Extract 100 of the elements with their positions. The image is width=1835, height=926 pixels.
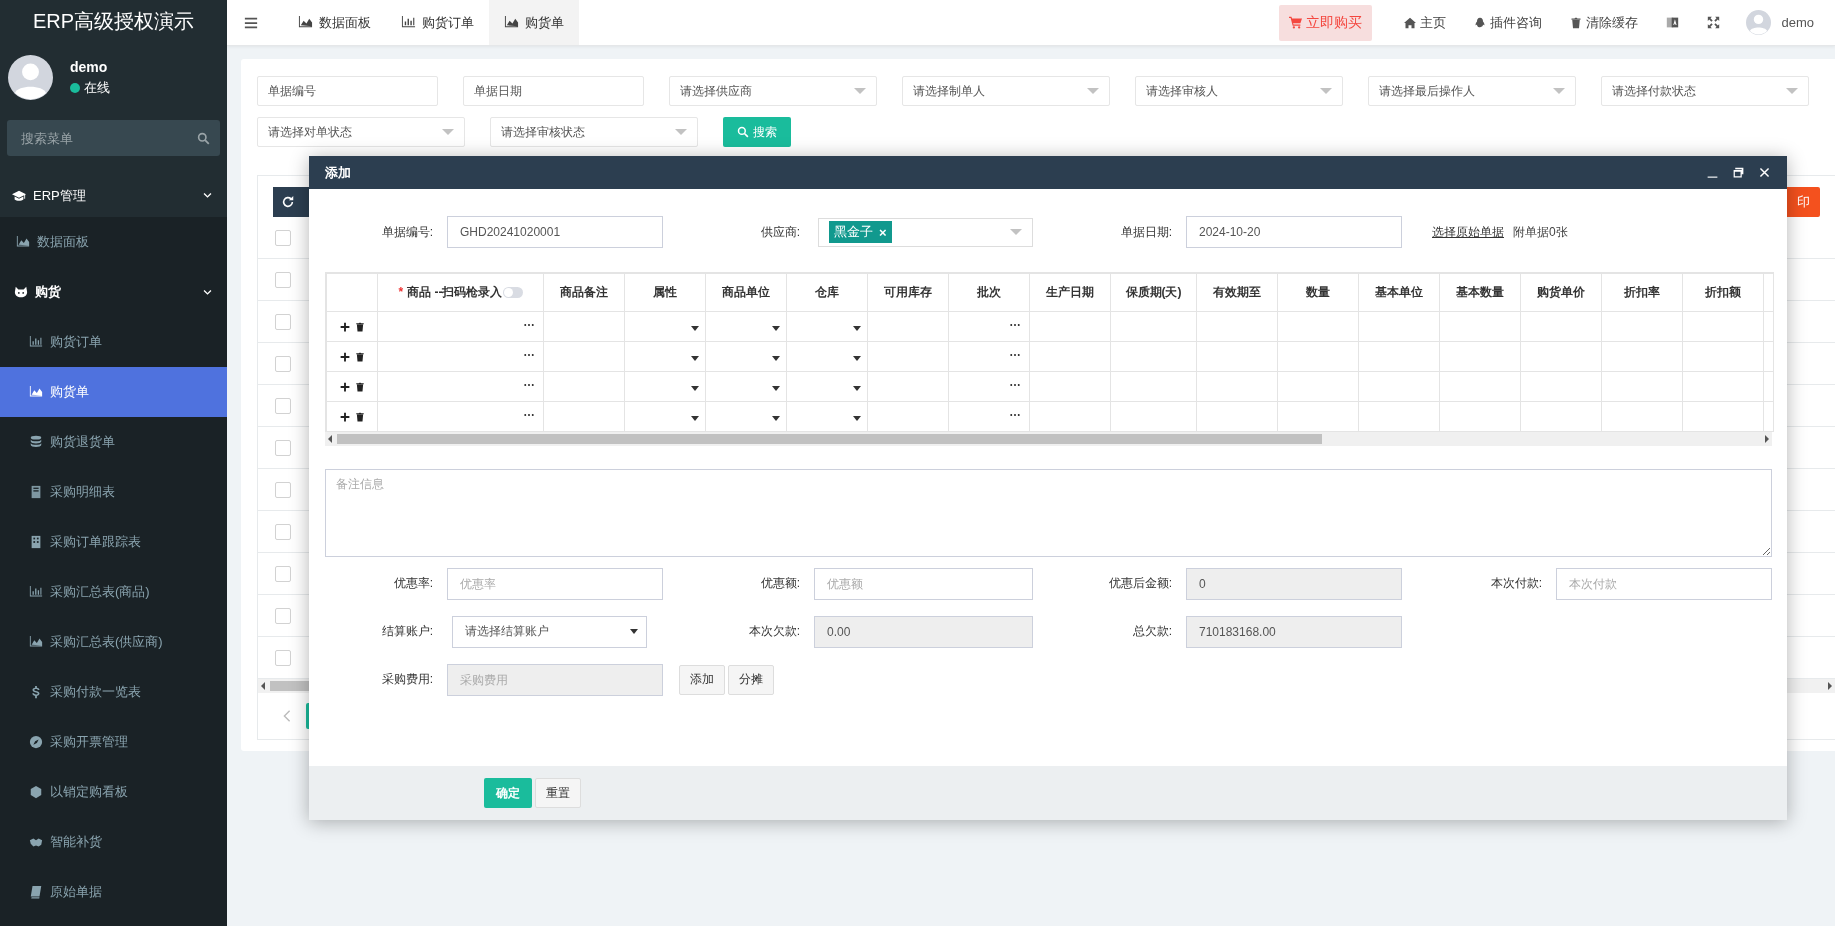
table-cell[interactable] (705, 401, 787, 432)
restore-icon[interactable] (1732, 166, 1745, 179)
row-checkbox[interactable] (275, 607, 291, 624)
filter-dropdown[interactable]: 请选择审核状态 (490, 117, 698, 147)
reset-button[interactable]: 重置 (535, 778, 581, 808)
row-checkbox[interactable] (275, 523, 291, 540)
input-field[interactable]: 本次付款 (1556, 567, 1772, 600)
input-field[interactable]: 2024-10-20 (1186, 216, 1402, 248)
tab[interactable]: 购货订单 (386, 0, 489, 45)
table-cell[interactable] (1277, 401, 1359, 432)
menu-item[interactable]: 以销定购看板 (0, 767, 227, 817)
table-cell[interactable] (948, 341, 1030, 372)
translate-icon[interactable] (1666, 16, 1680, 29)
menu-item[interactable]: 采购付款一览表 (0, 667, 227, 717)
caret-icon[interactable] (691, 355, 699, 361)
table-cell[interactable] (1110, 371, 1197, 402)
table-cell[interactable] (543, 371, 625, 402)
delete-row-icon[interactable] (354, 321, 365, 332)
table-cell[interactable] (624, 401, 706, 432)
supplier-tag[interactable]: 黑金子 × (829, 221, 892, 243)
table-cell[interactable] (786, 341, 868, 372)
table-cell[interactable] (377, 341, 544, 372)
table-cell[interactable] (1110, 311, 1197, 342)
filter-dropdown[interactable]: 请选择对单状态 (257, 117, 465, 147)
menu-item[interactable]: 采购汇总表(商品) (0, 567, 227, 617)
table-cell[interactable] (1601, 371, 1683, 402)
caret-icon[interactable] (772, 355, 780, 361)
menu-item[interactable]: ERP管理 (0, 174, 227, 217)
table-cell[interactable] (1682, 371, 1764, 402)
table-cell[interactable] (1520, 311, 1602, 342)
table-cell[interactable] (1029, 341, 1111, 372)
table-cell[interactable] (1358, 371, 1440, 402)
table-cell[interactable] (1358, 401, 1440, 432)
table-cell[interactable] (1601, 341, 1683, 372)
table-cell[interactable] (867, 371, 949, 402)
table-cell[interactable] (543, 401, 625, 432)
user-name[interactable]: demo (1781, 15, 1814, 30)
filter-field[interactable]: 单据日期 (463, 76, 644, 106)
menu-item[interactable]: 采购开票管理 (0, 717, 227, 767)
caret-icon[interactable] (772, 385, 780, 391)
table-cell[interactable] (1358, 341, 1440, 372)
menu-item[interactable]: 采购明细表 (0, 467, 227, 517)
table-cell[interactable] (1358, 311, 1440, 342)
input-field[interactable]: GHD20241020001 (447, 216, 663, 248)
table-cell[interactable] (705, 341, 787, 372)
caret-icon[interactable] (691, 325, 699, 331)
table-cell[interactable] (1110, 401, 1197, 432)
add-row-icon[interactable] (339, 411, 350, 422)
filter-dropdown[interactable]: 请选择制单人 (902, 76, 1110, 106)
delete-row-icon[interactable] (354, 411, 365, 422)
table-cell[interactable] (1196, 401, 1278, 432)
table-cell[interactable] (624, 311, 706, 342)
caret-icon[interactable] (691, 415, 699, 421)
delete-row-icon[interactable] (354, 351, 365, 362)
menu-item[interactable]: 智能补货 (0, 817, 227, 867)
avatar-icon[interactable] (1746, 10, 1772, 35)
scan-toggle[interactable] (502, 287, 523, 299)
table-cell[interactable] (1439, 311, 1521, 342)
caret-icon[interactable] (853, 355, 861, 361)
form-button[interactable]: 分摊 (728, 664, 774, 695)
menu-item[interactable]: 购货订单 (0, 317, 227, 367)
filter-dropdown[interactable]: 请选择最后操作人 (1368, 76, 1576, 106)
input-field[interactable]: 优惠率 (447, 567, 663, 600)
caret-icon[interactable] (853, 385, 861, 391)
nav-link[interactable]: 主页 (1390, 13, 1461, 32)
menu-item[interactable]: 购货退货单 (0, 417, 227, 467)
input-field[interactable]: 优惠额 (814, 567, 1033, 600)
table-cell[interactable] (1601, 401, 1683, 432)
table-cell[interactable] (1682, 341, 1764, 372)
row-checkbox[interactable] (275, 397, 291, 414)
table-cell[interactable] (1439, 371, 1521, 402)
row-checkbox[interactable] (275, 271, 291, 288)
filter-dropdown[interactable]: 请选择付款状态 (1601, 76, 1809, 106)
table-cell[interactable] (786, 371, 868, 402)
row-checkbox[interactable] (275, 481, 291, 498)
filter-dropdown[interactable]: 请选择供应商 (669, 76, 877, 106)
menu-item[interactable]: 数据面板 (0, 217, 227, 267)
caret-icon[interactable] (772, 325, 780, 331)
add-row-icon[interactable] (339, 381, 350, 392)
table-cell[interactable] (786, 311, 868, 342)
tab[interactable]: 数据面板 (283, 0, 386, 45)
table-cell[interactable] (1439, 401, 1521, 432)
nav-link[interactable]: 插件咨询 (1460, 13, 1557, 32)
close-icon[interactable] (1758, 166, 1771, 179)
row-checkbox[interactable] (275, 313, 291, 330)
table-cell[interactable] (543, 341, 625, 372)
table-cell[interactable] (1601, 311, 1683, 342)
fullscreen-icon[interactable] (1707, 16, 1721, 29)
table-cell[interactable] (377, 311, 544, 342)
table-cell[interactable] (948, 311, 1030, 342)
table-cell[interactable] (624, 341, 706, 372)
table-cell[interactable] (1196, 311, 1278, 342)
table-cell[interactable] (1520, 401, 1602, 432)
row-checkbox[interactable] (275, 229, 291, 246)
menu-item[interactable]: 购货单 (0, 367, 227, 417)
caret-icon[interactable] (853, 325, 861, 331)
row-checkbox[interactable] (275, 439, 291, 456)
table-cell[interactable] (1520, 371, 1602, 402)
table-cell[interactable] (1277, 371, 1359, 402)
table-cell[interactable] (1682, 311, 1764, 342)
